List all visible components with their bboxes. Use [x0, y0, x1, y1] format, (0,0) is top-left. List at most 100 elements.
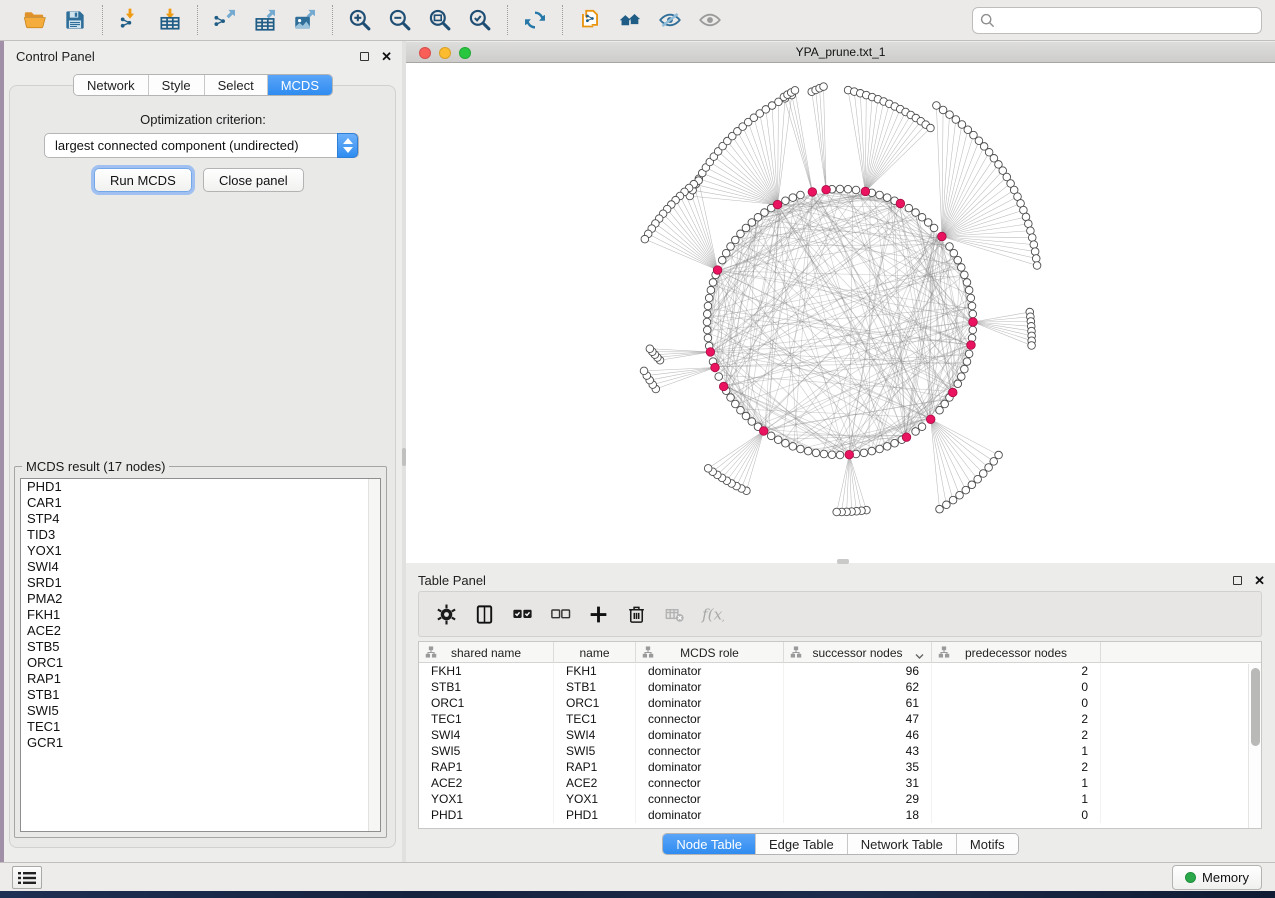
split-panel-button[interactable]	[473, 603, 496, 626]
table-cell[interactable]: dominator	[636, 663, 784, 679]
table-cell[interactable]: dominator	[636, 759, 784, 775]
mcds-node-item[interactable]: STB1	[21, 687, 380, 703]
table-cell[interactable]: 2	[932, 711, 1101, 727]
table-cell[interactable]: connector	[636, 711, 784, 727]
table-cell[interactable]: dominator	[636, 727, 784, 743]
import-table-button[interactable]	[155, 5, 185, 35]
table-cell[interactable]: 2	[932, 727, 1101, 743]
refresh-view-button[interactable]	[520, 5, 550, 35]
export-table-button[interactable]	[250, 5, 280, 35]
close-panel-button[interactable]: Close panel	[203, 168, 304, 192]
table-cell[interactable]: connector	[636, 775, 784, 791]
table-cell[interactable]: FKH1	[554, 663, 636, 679]
tab-style[interactable]: Style	[149, 75, 205, 95]
table-cell[interactable]: 35	[784, 759, 932, 775]
table-cell[interactable]: 62	[784, 679, 932, 695]
delete-column-button[interactable]	[625, 603, 648, 626]
mcds-node-item[interactable]: ORC1	[21, 655, 380, 671]
mcds-node-item[interactable]: CAR1	[21, 495, 380, 511]
table-cell[interactable]: connector	[636, 743, 784, 759]
table-settings-button[interactable]	[435, 603, 458, 626]
mcds-node-item[interactable]: SWI4	[21, 559, 380, 575]
mcds-node-item[interactable]: ACE2	[21, 623, 380, 639]
table-cell[interactable]: 0	[932, 695, 1101, 711]
table-cell[interactable]: FKH1	[419, 663, 554, 679]
table-row[interactable]: TEC1TEC1connector472	[419, 711, 1261, 727]
table-cell[interactable]: 47	[784, 711, 932, 727]
table-row[interactable]: FKH1FKH1dominator962	[419, 663, 1261, 679]
table-cell[interactable]: SWI5	[554, 743, 636, 759]
table-cell[interactable]: YOX1	[419, 791, 554, 807]
mcds-node-item[interactable]: YOX1	[21, 543, 380, 559]
zoom-selected-button[interactable]	[465, 5, 495, 35]
mcds-node-item[interactable]: SWI5	[21, 703, 380, 719]
duplicate-network-button[interactable]	[575, 5, 605, 35]
column-header-MCDS-role[interactable]: MCDS role	[636, 642, 784, 663]
column-header-shared-name[interactable]: shared name	[419, 642, 554, 663]
add-column-button[interactable]	[587, 603, 610, 626]
table-cell[interactable]: RAP1	[554, 759, 636, 775]
column-header-name[interactable]: name	[554, 642, 636, 663]
table-cell[interactable]: dominator	[636, 679, 784, 695]
table-row[interactable]: YOX1YOX1connector291	[419, 791, 1261, 807]
table-tab-motifs[interactable]: Motifs	[957, 834, 1018, 854]
tab-network[interactable]: Network	[74, 75, 149, 95]
select-all-button[interactable]	[511, 603, 534, 626]
memory-button[interactable]: Memory	[1172, 865, 1262, 890]
table-cell[interactable]: SWI5	[419, 743, 554, 759]
table-cell[interactable]: 2	[932, 759, 1101, 775]
mcds-node-item[interactable]: GCR1	[21, 735, 380, 751]
search-input[interactable]	[972, 7, 1262, 34]
close-table-panel-icon[interactable]: ✕	[1254, 574, 1265, 587]
network-graph[interactable]	[406, 63, 1275, 563]
table-cell[interactable]: SWI4	[554, 727, 636, 743]
zoom-in-button[interactable]	[345, 5, 375, 35]
table-cell[interactable]: dominator	[636, 695, 784, 711]
mcds-node-item[interactable]: FKH1	[21, 607, 380, 623]
table-row[interactable]: SWI5SWI5connector431	[419, 743, 1261, 759]
mcds-node-item[interactable]: STB5	[21, 639, 380, 655]
table-cell[interactable]: 2	[932, 663, 1101, 679]
show-all-button[interactable]	[695, 5, 725, 35]
mcds-node-item[interactable]: STP4	[21, 511, 380, 527]
table-cell[interactable]: STB1	[554, 679, 636, 695]
table-cell[interactable]: ORC1	[419, 695, 554, 711]
table-cell[interactable]: PHD1	[419, 807, 554, 823]
table-row[interactable]: RAP1RAP1dominator352	[419, 759, 1261, 775]
mcds-result-list[interactable]: PHD1CAR1STP4TID3YOX1SWI4SRD1PMA2FKH1ACE2…	[20, 478, 381, 832]
table-cell[interactable]: 1	[932, 775, 1101, 791]
table-tab-edge-table[interactable]: Edge Table	[756, 834, 848, 854]
table-cell[interactable]: STB1	[419, 679, 554, 695]
mcds-node-item[interactable]: TEC1	[21, 719, 380, 735]
export-image-button[interactable]	[290, 5, 320, 35]
mcds-list-scrollbar[interactable]	[368, 479, 380, 831]
table-cell[interactable]: 46	[784, 727, 932, 743]
hide-selected-button[interactable]	[655, 5, 685, 35]
table-cell[interactable]: dominator	[636, 807, 784, 823]
table-cell[interactable]: YOX1	[554, 791, 636, 807]
network-window-titlebar[interactable]: YPA_prune.txt_1	[406, 42, 1275, 63]
open-file-button[interactable]	[20, 5, 50, 35]
table-cell[interactable]: RAP1	[419, 759, 554, 775]
table-scrollbar[interactable]	[1248, 664, 1261, 828]
table-cell[interactable]: 0	[932, 807, 1101, 823]
column-header-predecessor-nodes[interactable]: predecessor nodes	[932, 642, 1101, 663]
mcds-node-item[interactable]: PHD1	[21, 479, 380, 495]
table-row[interactable]: SWI4SWI4dominator462	[419, 727, 1261, 743]
table-scrollbar-thumb[interactable]	[1251, 668, 1260, 746]
table-cell[interactable]: ACE2	[554, 775, 636, 791]
table-row[interactable]: ORC1ORC1dominator610	[419, 695, 1261, 711]
zoom-out-button[interactable]	[385, 5, 415, 35]
save-session-button[interactable]	[60, 5, 90, 35]
table-cell[interactable]: 29	[784, 791, 932, 807]
column-header-successor-nodes[interactable]: successor nodes	[784, 642, 932, 663]
table-cell[interactable]: 18	[784, 807, 932, 823]
criterion-select[interactable]: largest connected component (undirected)	[44, 133, 359, 158]
table-cell[interactable]: 43	[784, 743, 932, 759]
mcds-node-item[interactable]: PMA2	[21, 591, 380, 607]
close-panel-icon[interactable]: ✕	[381, 50, 392, 63]
deselect-all-button[interactable]	[549, 603, 572, 626]
table-cell[interactable]: PHD1	[554, 807, 636, 823]
first-neighbors-button[interactable]	[615, 5, 645, 35]
tab-select[interactable]: Select	[205, 75, 268, 95]
